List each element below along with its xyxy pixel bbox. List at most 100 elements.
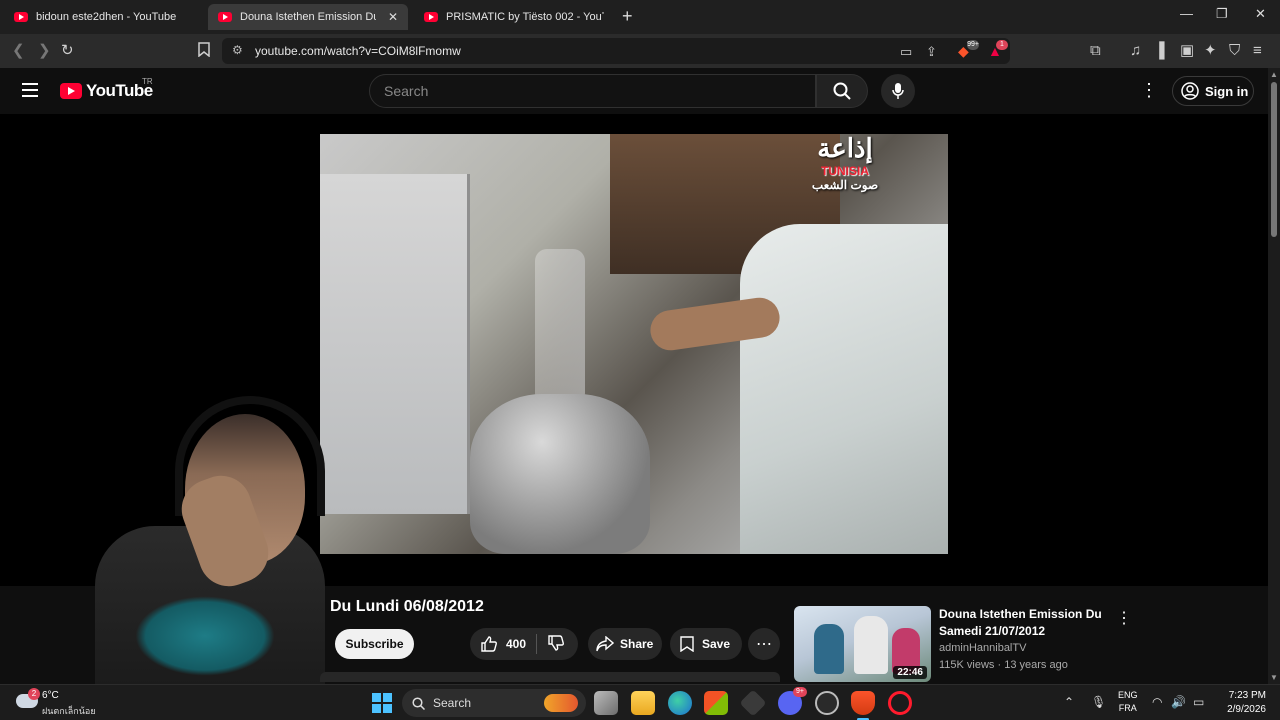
save-bookmark-icon bbox=[680, 636, 694, 652]
forward-icon[interactable]: ❯ bbox=[38, 42, 51, 60]
search-box bbox=[369, 74, 816, 108]
thumbs-up-icon bbox=[481, 636, 497, 652]
sign-in-label: Sign in bbox=[1205, 83, 1249, 99]
cast-icon[interactable]: ▭ bbox=[900, 43, 912, 61]
site-settings-icon[interactable]: ⚙ bbox=[232, 43, 243, 57]
close-tab-icon[interactable]: ✕ bbox=[388, 10, 398, 24]
weather-condition: ฝนตกเล็กน้อย bbox=[42, 706, 96, 716]
voice-search-button[interactable] bbox=[881, 74, 915, 108]
opera-gx-icon[interactable] bbox=[888, 691, 912, 715]
video-scene-bottle bbox=[535, 249, 585, 399]
vpn-icon[interactable]: ⛉ bbox=[1229, 42, 1240, 60]
microphone-tray-icon[interactable]: 🎙 bbox=[1091, 695, 1106, 709]
discord-icon[interactable]: 9+ bbox=[778, 687, 807, 715]
save-button[interactable]: Save bbox=[670, 628, 742, 660]
reload-icon[interactable]: ↻ bbox=[61, 42, 74, 60]
suggested-title[interactable]: Douna Istethen Emission Du Samedi 21/07/… bbox=[939, 606, 1104, 640]
taskbar-search[interactable]: Search bbox=[402, 689, 586, 717]
search-input[interactable] bbox=[370, 75, 815, 107]
sidebar-icon[interactable]: ▐ bbox=[1154, 42, 1165, 60]
bookmark-icon[interactable] bbox=[198, 42, 210, 62]
video-frame: إذاعة TUNISIA صوت الشعب bbox=[320, 134, 948, 554]
battery-icon[interactable]: ▭ bbox=[1193, 695, 1204, 709]
dislike-button[interactable] bbox=[547, 634, 565, 655]
input-language[interactable]: ENG FRA bbox=[1118, 689, 1138, 715]
media-icon[interactable]: ♫ bbox=[1130, 42, 1141, 60]
video-scene-person bbox=[740, 224, 948, 554]
like-button[interactable]: 400 bbox=[480, 635, 526, 653]
task-view-icon[interactable] bbox=[594, 691, 618, 715]
like-count: 400 bbox=[506, 637, 527, 651]
language-bottom: FRA bbox=[1118, 703, 1137, 713]
share-button[interactable]: Share bbox=[588, 628, 662, 660]
youtube-favicon-icon bbox=[424, 12, 438, 22]
leo-ai-icon[interactable]: ✦ bbox=[1204, 42, 1217, 60]
url-text: youtube.com/watch?v=COiM8lFmomw bbox=[255, 44, 461, 58]
wifi-icon[interactable]: ◠ bbox=[1152, 695, 1162, 709]
page-scrollbar[interactable]: ▲ ▼ bbox=[1268, 68, 1280, 684]
weather-widget[interactable]: 2 6°C ฝนตกเล็กน้อย bbox=[16, 688, 96, 718]
share-page-icon[interactable]: ⇪ bbox=[926, 43, 937, 61]
search-icon bbox=[833, 82, 851, 100]
suggested-kebab-icon[interactable]: ⋮ bbox=[1116, 608, 1132, 628]
search-button[interactable] bbox=[816, 74, 868, 108]
search-highlight-icon bbox=[544, 694, 578, 712]
tab-prismatic[interactable]: PRISMATIC by Tiësto 002 - YouTube bbox=[414, 4, 614, 30]
scroll-down-icon[interactable]: ▼ bbox=[1270, 673, 1278, 682]
close-window-icon[interactable]: ✕ bbox=[1255, 6, 1266, 22]
file-explorer-icon[interactable] bbox=[631, 691, 655, 715]
more-actions-icon[interactable]: ⋯ bbox=[748, 628, 780, 660]
like-dislike-group: 400 bbox=[470, 628, 578, 660]
wallet-icon[interactable]: ▣ bbox=[1180, 42, 1194, 60]
youtube-logo[interactable]: YouTube TR bbox=[60, 77, 153, 101]
suggested-thumbnail[interactable]: 22:46 bbox=[794, 606, 931, 682]
scroll-up-icon[interactable]: ▲ bbox=[1270, 70, 1278, 79]
tab-douna[interactable]: Douna Istethen Emission Du Lundi ✕ bbox=[208, 4, 408, 30]
browser-toolbar: ❮ ❯ ↻ ⚙ youtube.com/watch?v=COiM8lFmomw … bbox=[0, 34, 1280, 68]
address-bar[interactable]: ⚙ youtube.com/watch?v=COiM8lFmomw ▭ ⇪ ◆ … bbox=[222, 38, 1010, 64]
screenshot-icon[interactable]: ⧉ bbox=[1090, 42, 1101, 60]
back-icon[interactable]: ❮ bbox=[12, 42, 25, 60]
video-scene-fridge bbox=[320, 174, 470, 514]
edge-browser-icon[interactable] bbox=[668, 691, 692, 715]
youtube-play-icon bbox=[60, 83, 82, 99]
restore-icon[interactable]: ❐ bbox=[1216, 6, 1228, 22]
suggested-meta: 115K views · 13 years ago bbox=[939, 659, 1068, 671]
show-hidden-icons-icon[interactable]: ⌃ bbox=[1064, 695, 1074, 709]
region-code: TR bbox=[142, 77, 153, 86]
suggested-video[interactable]: 22:46 Douna Istethen Emission Du Samedi … bbox=[794, 606, 1134, 684]
minimize-icon[interactable]: — bbox=[1180, 6, 1193, 21]
tab-title: Douna Istethen Emission Du Lundi bbox=[240, 11, 376, 23]
rewards-count-badge: 1 bbox=[996, 40, 1008, 50]
windows-taskbar: 2 6°C ฝนตกเล็กน้อย Search 9+ ⌃ 🎙 ENG FRA… bbox=[0, 684, 1280, 720]
microsoft-store-icon[interactable] bbox=[704, 691, 728, 715]
new-tab-button[interactable]: + bbox=[622, 6, 633, 27]
share-icon bbox=[596, 636, 614, 652]
volume-icon[interactable]: 🔊 bbox=[1171, 695, 1186, 709]
sign-in-button[interactable]: Sign in bbox=[1172, 76, 1254, 106]
system-clock[interactable]: 7:23 PM 2/9/2026 bbox=[1218, 689, 1266, 717]
search-icon bbox=[412, 696, 425, 710]
watermark-sub: صوت الشعب bbox=[811, 178, 879, 192]
save-label: Save bbox=[702, 637, 731, 651]
brave-browser-icon[interactable] bbox=[851, 691, 875, 720]
scrollbar-thumb[interactable] bbox=[1271, 82, 1277, 237]
app-cube-icon[interactable] bbox=[739, 689, 767, 717]
microphone-icon bbox=[892, 83, 904, 99]
description-box[interactable] bbox=[320, 672, 780, 682]
weather-badge: 2 bbox=[28, 688, 40, 700]
youtube-favicon-icon bbox=[218, 12, 232, 22]
settings-kebab-icon[interactable]: ⋮ bbox=[1140, 80, 1158, 101]
start-button[interactable] bbox=[372, 693, 392, 713]
discord-badge: 9+ bbox=[793, 687, 807, 697]
guide-menu-icon[interactable] bbox=[22, 83, 38, 97]
suggested-channel[interactable]: adminHannibalTV bbox=[939, 642, 1026, 654]
steam-icon[interactable] bbox=[815, 691, 839, 715]
thumbs-down-icon bbox=[548, 634, 565, 651]
clock-date: 2/9/2026 bbox=[1227, 704, 1266, 715]
menu-icon[interactable]: ≡ bbox=[1253, 42, 1262, 60]
youtube-favicon-icon bbox=[14, 12, 28, 22]
subscribe-button[interactable]: Subscribe bbox=[335, 629, 414, 659]
tab-bidoun[interactable]: bidoun este2dhen - YouTube bbox=[4, 4, 204, 30]
shield-count-badge: 99+ bbox=[967, 40, 979, 50]
